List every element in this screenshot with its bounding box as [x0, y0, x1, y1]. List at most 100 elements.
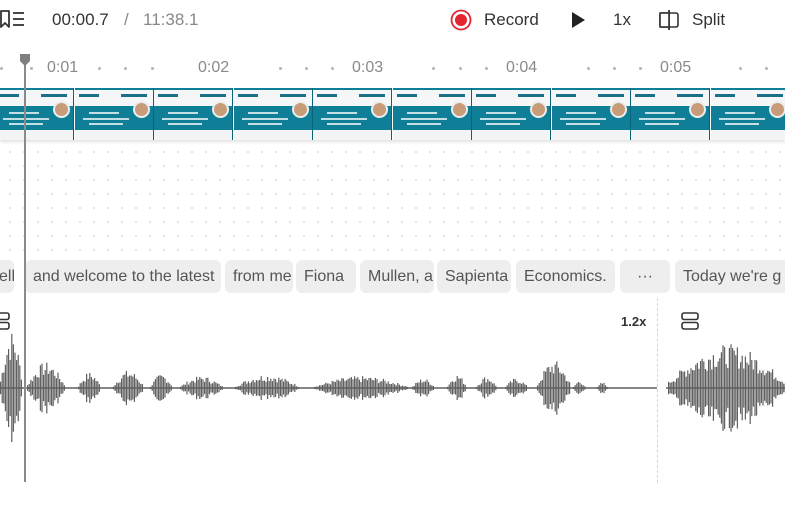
waveform-bar [476, 387, 478, 390]
waveform-bar [752, 369, 754, 407]
waveform-bar [426, 379, 428, 397]
waveform-bar [20, 379, 22, 397]
waveform-bar [113, 386, 115, 390]
waveform-bar [0, 381, 2, 395]
waveform-bar [459, 378, 461, 398]
waveform-bar [424, 381, 426, 395]
video-thumbnail [631, 88, 710, 140]
waveform-bar [412, 386, 414, 390]
waveform-bar [477, 385, 479, 391]
playhead[interactable] [24, 60, 26, 482]
waveform-bar [87, 378, 89, 398]
split-icon [659, 10, 679, 30]
waveform-bar [573, 387, 575, 390]
waveform-bar [279, 380, 281, 396]
waveform-bar [447, 386, 449, 390]
transcript-word[interactable]: from me [225, 260, 293, 293]
waveform-bar [484, 377, 486, 399]
waveform-bar [169, 383, 171, 393]
waveform-bar [117, 383, 119, 394]
transcript-word[interactable]: Economics. [516, 260, 615, 293]
waveform-bar [184, 384, 186, 392]
waveform-bar [736, 347, 738, 429]
waveform-bar [124, 374, 126, 402]
playback-speed-button[interactable]: 1x [613, 10, 631, 30]
waveform-bar [362, 376, 364, 400]
waveform-bar [60, 382, 62, 394]
transcript-word[interactable]: Today we're g [675, 260, 785, 293]
waveform-bar [781, 381, 783, 395]
waveform-bar [52, 369, 54, 407]
waveform-bar [549, 372, 551, 404]
waveform-bar [325, 382, 327, 394]
record-button[interactable]: Record [450, 7, 539, 33]
waveform-bar [189, 382, 191, 394]
waveform-bar [368, 378, 370, 399]
ruler-dot [432, 67, 435, 70]
waveform-bar [541, 380, 543, 396]
waveform-bar [760, 372, 762, 404]
transcript-more-button[interactable]: ··· [620, 260, 670, 293]
waveform-bar [239, 385, 241, 391]
split-button[interactable]: Split [658, 7, 725, 33]
transcript-word[interactable]: ello [0, 260, 14, 293]
waveform-bar [81, 382, 83, 394]
waveform-bar [413, 385, 415, 391]
waveform-bar [605, 385, 607, 391]
waveform-bar [133, 374, 135, 402]
audio-track[interactable]: 1.2x [0, 298, 785, 488]
waveform-bar [135, 378, 137, 398]
waveform-bar [756, 360, 758, 416]
waveform-bar [283, 381, 285, 395]
ruler-dot [587, 67, 590, 70]
waveform-bar [485, 382, 487, 394]
waveform-bar [354, 376, 356, 400]
ruler-tick-label: 0:01 [47, 59, 79, 76]
video-track[interactable] [0, 88, 785, 140]
waveform-bar [524, 384, 526, 392]
waveform-bar [429, 384, 431, 392]
transcript-word[interactable]: Sapienta [437, 260, 511, 293]
waveform-bar [260, 376, 262, 400]
waveform-bar [461, 378, 463, 398]
waveform-bar [754, 360, 756, 417]
waveform-bar [581, 384, 583, 392]
waveform-bar [557, 367, 559, 409]
waveform-bar [384, 380, 386, 396]
playhead-handle[interactable] [19, 53, 31, 67]
waveform-bar [192, 381, 194, 395]
waveform-bar [716, 366, 718, 410]
transcript-word[interactable]: Mullen, a [360, 260, 434, 293]
waveform-bar [783, 383, 785, 393]
waveform-bar [455, 381, 457, 395]
waveform-bar [701, 358, 703, 418]
waveform-bar [373, 380, 375, 396]
waveform-bar [480, 383, 482, 393]
waveform-bar [487, 379, 489, 397]
ruler-dot [124, 67, 127, 70]
waveform-bar [495, 385, 497, 391]
bookmark-list-icon[interactable] [0, 8, 26, 30]
waveform-bar [690, 368, 692, 408]
empty-track-area[interactable] [0, 142, 785, 257]
transcript-word[interactable]: Fiona [296, 260, 356, 293]
waveform-bar [181, 385, 183, 391]
waveform-bar [196, 376, 198, 400]
transcript-word[interactable]: and welcome to the latest [25, 260, 221, 293]
waveform-bar [735, 355, 737, 421]
waveform-bar [170, 385, 172, 391]
play-icon[interactable] [568, 10, 588, 30]
waveform-bar [320, 385, 322, 391]
waveform-bar [138, 382, 140, 394]
waveform-bar [780, 381, 782, 395]
waveform-bar [600, 383, 602, 393]
video-thumbnail [393, 88, 472, 140]
waveform-bar [199, 376, 201, 399]
waveform-bar [717, 361, 719, 415]
waveform-bar [180, 386, 182, 390]
waveform-bar [326, 383, 328, 393]
timeline-ruler[interactable]: 0:01 0:02 0:03 0:04 0:05 [0, 52, 785, 82]
waveform-bar [525, 385, 527, 391]
waveform-bar [156, 376, 158, 400]
waveform-bar [202, 379, 204, 397]
